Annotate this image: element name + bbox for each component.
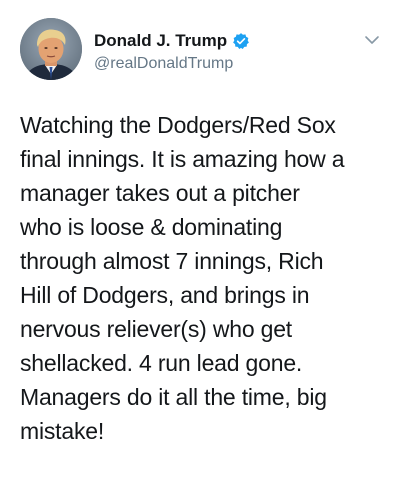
verified-badge-icon <box>232 32 250 50</box>
chevron-down-icon[interactable] <box>364 32 380 48</box>
tweet-text-line: Watching the Dodgers/Red Sox <box>20 112 336 138</box>
tweet-text-line: manager takes out a pitcher <box>20 180 300 206</box>
user-handle[interactable]: @realDonaldTrump <box>94 55 334 73</box>
tweet-header: Donald J. Trump @realDonaldTrump <box>20 18 390 84</box>
avatar-image <box>20 18 82 80</box>
tweet-text-line: Hill of Dodgers, and brings in <box>20 282 310 308</box>
tweet-text-line: final innings. It is amazing how a <box>20 146 345 172</box>
display-name-row: Donald J. Trump <box>94 30 334 52</box>
tweet-text-line: who is loose & dominating <box>20 214 283 240</box>
tweet-text-line: shellacked. 4 run lead gone. <box>20 350 303 376</box>
tweet-card: Donald J. Trump @realDonaldTrump Watchin… <box>0 0 400 486</box>
tweet-text-line: mistake! <box>20 418 105 444</box>
tweet-text-line: through almost 7 innings, Rich <box>20 248 324 274</box>
tweet-text-line: nervous reliever(s) who get <box>20 316 292 342</box>
tweet-text: Watching the Dodgers/Red Sox final innin… <box>20 108 388 448</box>
tweet-text-line: Managers do it all the time, big <box>20 384 327 410</box>
user-info: Donald J. Trump @realDonaldTrump <box>94 30 334 73</box>
display-name[interactable]: Donald J. Trump <box>94 31 227 51</box>
avatar[interactable] <box>20 18 82 80</box>
